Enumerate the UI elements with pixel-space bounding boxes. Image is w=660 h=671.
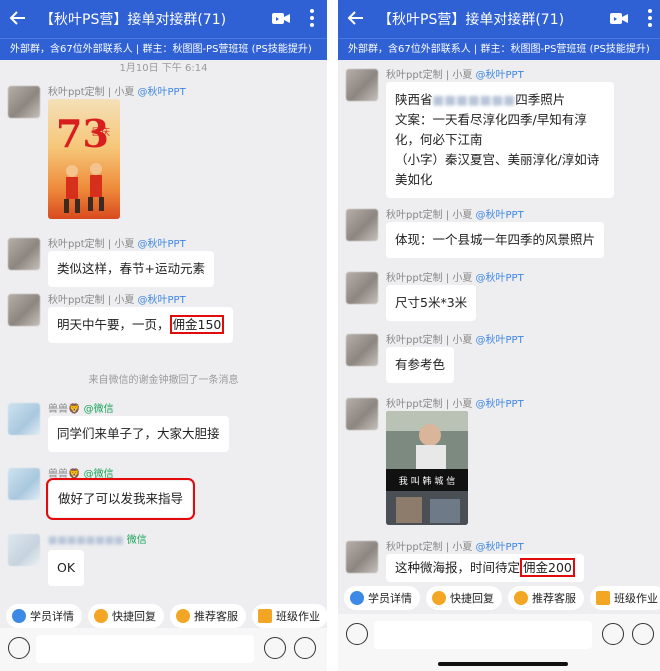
back-arrow-icon[interactable] <box>346 8 366 28</box>
sender-name: ■■■■■■■■ 微信 <box>48 535 147 546</box>
sender-name: 秋叶ppt定制 | 小夏 @秋叶PPT <box>48 87 186 98</box>
chat-header: 【秋叶PS营】接单对接群(71) <box>0 0 327 38</box>
chat-icon <box>432 591 446 605</box>
sender-name: 兽兽🦁 @微信 <box>48 404 114 415</box>
sender-name: 秋叶ppt定制 | 小夏 @秋叶PPT <box>386 542 524 553</box>
blurred-name: ■■■■■■■■ <box>48 535 124 546</box>
quick-action-bar: 学员详情 快捷回复 推荐客服 班级作业 <box>338 586 660 614</box>
group-info-bar[interactable]: 外部群，含67位外部联系人 | 群主：秋图图-PS营班班 (PS技能提升) <box>338 38 660 60</box>
avatar[interactable] <box>8 294 40 326</box>
class-homework-button[interactable]: 班级作业 <box>252 604 327 628</box>
chat-title: 【秋叶PS营】接单对接群(71) <box>40 12 227 28</box>
text-bubble[interactable]: 同学们来单子了，大家大胆接 <box>48 416 229 452</box>
sender-name: 秋叶ppt定制 | 小夏 @秋叶PPT <box>386 70 524 81</box>
homework-icon <box>258 609 272 623</box>
chat-icon <box>94 609 108 623</box>
sender-name: 秋叶ppt定制 | 小夏 @秋叶PPT <box>48 239 186 250</box>
redacted-text: ■■■■■■■ <box>432 92 516 107</box>
home-indicator[interactable] <box>438 662 568 666</box>
more-options-icon[interactable] <box>647 8 653 28</box>
homework-icon <box>596 591 610 605</box>
avatar[interactable] <box>346 541 378 573</box>
avatar[interactable] <box>8 403 40 435</box>
service-icon <box>176 609 190 623</box>
sender-name: 秋叶ppt定制 | 小夏 @秋叶PPT <box>386 399 524 410</box>
service-icon <box>514 591 528 605</box>
student-details-button[interactable]: 学员详情 <box>6 604 82 628</box>
emoji-icon[interactable] <box>602 623 624 645</box>
more-options-icon[interactable] <box>309 8 315 28</box>
recommend-service-button[interactable]: 推荐客服 <box>170 604 246 628</box>
image-message[interactable]: 73 国庆 <box>48 99 120 219</box>
national-day-poster-image: 73 国庆 <box>56 111 110 213</box>
sender-name: 秋叶ppt定制 | 小夏 @秋叶PPT <box>386 273 524 284</box>
text-bubble[interactable]: 有参考色 <box>386 347 455 383</box>
student-details-button[interactable]: 学员详情 <box>344 586 420 610</box>
avatar[interactable] <box>346 398 378 430</box>
video-call-icon[interactable] <box>271 11 291 26</box>
emoji-icon[interactable] <box>264 637 286 659</box>
person-icon <box>350 591 364 605</box>
text-bubble[interactable]: 这种微海报，时间待定 佣金200 <box>386 554 584 582</box>
sender-name: 秋叶ppt定制 | 小夏 @秋叶PPT <box>48 295 186 306</box>
avatar[interactable] <box>8 468 40 500</box>
quick-reply-button[interactable]: 快捷回复 <box>88 604 164 628</box>
poster-reference-image: 我 叫 韩 城 信 <box>386 411 468 525</box>
message-input[interactable] <box>374 621 592 649</box>
sender-name: 秋叶ppt定制 | 小夏 @秋叶PPT <box>386 210 524 221</box>
text-bubble[interactable]: 体现：一个县城一年四季的风景照片 <box>386 222 605 258</box>
recommend-service-button[interactable]: 推荐客服 <box>508 586 584 610</box>
right-chat-screen: 【秋叶PS营】接单对接群(71) 外部群，含67位外部联系人 | 群主：秋图图-… <box>338 0 660 671</box>
message-input[interactable] <box>36 635 254 663</box>
group-info-bar[interactable]: 外部群，含67位外部联系人 | 群主：秋图图-PS营班班 (PS技能提升) <box>0 38 327 60</box>
input-bar <box>0 628 327 671</box>
commission-highlight: 佣金200 <box>520 558 575 577</box>
chat-header: 【秋叶PS营】接单对接群(71) <box>338 0 660 38</box>
timestamp: 1月10日 下午 6:14 <box>119 63 208 74</box>
chat-title: 【秋叶PS营】接单对接群(71) <box>378 12 565 28</box>
video-call-icon[interactable] <box>609 11 629 26</box>
recall-notice: 来自微信的谢金钟撤回了一条消息 <box>88 375 239 386</box>
avatar[interactable] <box>346 69 378 101</box>
avatar[interactable] <box>346 209 378 241</box>
avatar[interactable] <box>8 238 40 270</box>
avatar[interactable] <box>346 272 378 304</box>
plus-icon[interactable] <box>294 637 316 659</box>
text-bubble-highlighted[interactable]: 做好了可以发我来指导 <box>45 478 196 520</box>
text-bubble[interactable]: 陕西省■■■■■■■四季照片 文案：一天看尽淳化四季/早知有淳 化，何必下江南 … <box>386 82 614 198</box>
sender-name: 秋叶ppt定制 | 小夏 @秋叶PPT <box>386 335 524 346</box>
quick-reply-button[interactable]: 快捷回复 <box>426 586 502 610</box>
commission-highlight: 佣金150 <box>169 315 225 334</box>
text-bubble[interactable]: 类似这样，春节+运动元素 <box>48 251 214 287</box>
class-homework-button[interactable]: 班级作业 <box>590 586 660 610</box>
sender-name: 兽兽🦁 @微信 <box>48 469 114 480</box>
voice-icon[interactable] <box>8 637 30 659</box>
voice-icon[interactable] <box>346 623 368 645</box>
text-bubble[interactable]: OK <box>48 550 85 586</box>
svg-text:我 叫 韩 城 信: 我 叫 韩 城 信 <box>399 475 455 487</box>
avatar[interactable] <box>346 334 378 366</box>
text-bubble[interactable]: 尺寸5米*3米 <box>386 285 477 321</box>
text-bubble[interactable]: 明天中午要，一页， 佣金150 <box>48 307 234 343</box>
plus-icon[interactable] <box>632 623 654 645</box>
input-bar <box>338 614 660 671</box>
person-icon <box>12 609 26 623</box>
svg-text:国庆: 国庆 <box>92 126 110 138</box>
left-chat-screen: 【秋叶PS营】接单对接群(71) 外部群，含67位外部联系人 | 群主：秋图图-… <box>0 0 327 671</box>
back-arrow-icon[interactable] <box>8 8 28 28</box>
avatar[interactable] <box>8 534 40 566</box>
avatar[interactable] <box>8 86 40 118</box>
image-message[interactable]: 我 叫 韩 城 信 <box>386 411 468 525</box>
